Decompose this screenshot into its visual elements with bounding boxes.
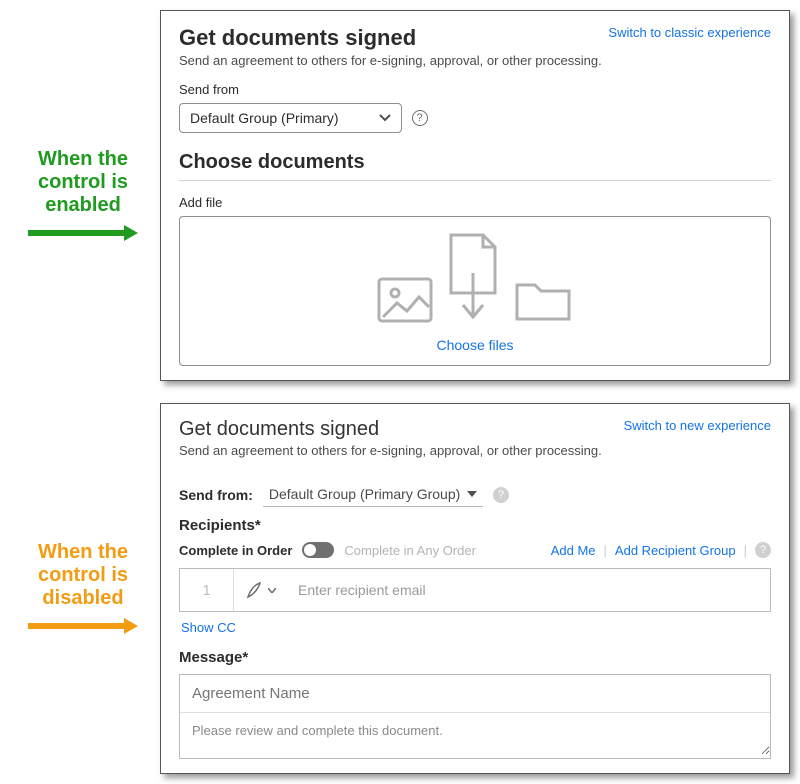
switch-experience-link[interactable]: Switch to classic experience [608,25,771,40]
send-from-value: Default Group (Primary) [190,110,339,126]
recipient-email-input[interactable] [288,569,770,611]
add-recipient-group-link[interactable]: Add Recipient Group [615,543,736,558]
chevron-down-icon [379,114,391,122]
folder-icon [513,277,573,323]
agreement-name-input[interactable] [180,675,770,713]
recipient-index: 1 [180,569,234,611]
switch-experience-link[interactable]: Switch to new experience [624,418,771,433]
help-icon[interactable]: ? [493,487,509,503]
message-body-textarea[interactable] [180,713,770,755]
send-from-value: Default Group (Primary Group) [269,486,460,502]
help-icon[interactable]: ? [412,110,428,126]
annotation-disabled: When the control is disabled [10,541,160,636]
complete-any-order-label: Complete in Any Order [344,543,476,558]
chevron-down-icon [268,588,276,593]
complete-in-order-label: Complete in Order [179,543,292,558]
caret-down-icon [467,491,477,497]
arrow-right-icon [28,616,138,636]
pen-icon [246,581,264,599]
file-dropzone[interactable]: Choose files [179,216,771,366]
page-title: Get documents signed [179,25,602,51]
choose-documents-heading: Choose documents [179,151,771,174]
annotation-enabled: When the control is enabled [10,148,160,243]
divider: | [604,543,607,558]
show-cc-link[interactable]: Show CC [181,620,771,635]
add-file-label: Add file [179,195,771,210]
arrow-right-icon [28,223,138,243]
message-box [179,674,771,759]
help-icon[interactable]: ? [755,542,771,558]
modern-panel: Get documents signed Send an agreement t… [160,10,790,381]
recipients-heading: Recipients* [179,517,771,534]
send-from-label: Send from [179,82,771,97]
add-me-link[interactable]: Add Me [551,543,596,558]
send-from-select[interactable]: Default Group (Primary) [179,103,402,133]
recipient-row: 1 [179,568,771,612]
file-download-icon [445,233,501,323]
page-title: Get documents signed [179,418,602,441]
message-heading: Message* [179,649,771,666]
send-from-label: Send from: [179,487,253,503]
page-subtitle: Send an agreement to others for e-signin… [179,443,602,458]
annotation-disabled-text: When the control is disabled [38,541,128,609]
annotation-enabled-text: When the control is enabled [38,148,128,216]
recipient-role-select[interactable] [234,569,288,611]
divider [179,180,771,181]
order-toggle[interactable] [302,542,334,558]
divider: | [744,543,747,558]
classic-panel: Get documents signed Send an agreement t… [160,403,790,774]
page-subtitle: Send an agreement to others for e-signin… [179,53,602,68]
image-icon [377,277,433,323]
choose-files-link[interactable]: Choose files [180,337,770,353]
send-from-select[interactable]: Default Group (Primary Group) [263,482,483,507]
